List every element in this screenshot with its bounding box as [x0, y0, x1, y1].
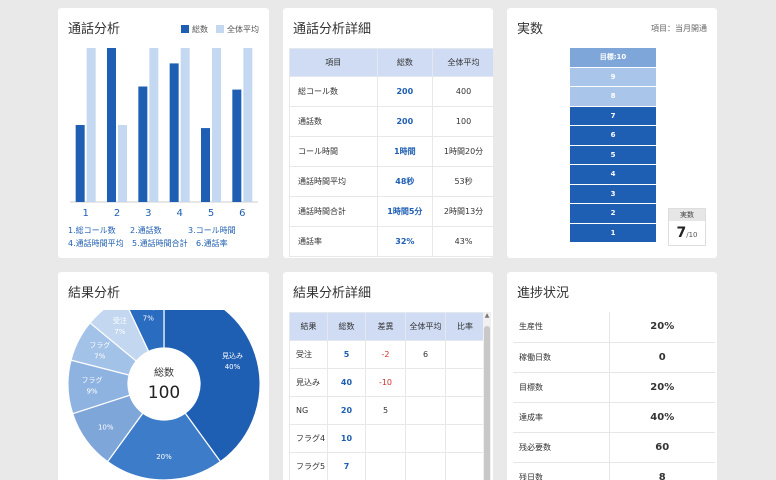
count-box-label: 実数	[669, 209, 705, 221]
bar-total-1	[75, 125, 85, 202]
result-detail-title: 結果分析詳細	[293, 286, 372, 301]
table-row: 生産性 20%	[513, 312, 715, 343]
x-tick-label: 5	[208, 208, 214, 219]
x-tick-label: 6	[239, 208, 245, 219]
stack-segment-6: 6	[570, 126, 656, 145]
slice-label: フラグ	[89, 340, 110, 349]
stack-segment-3: 3	[570, 184, 656, 203]
progress-title: 進捗状況	[517, 286, 570, 301]
col-header-avg: 全体平均	[405, 312, 446, 341]
table-row: 総コール数 200 400	[289, 76, 493, 107]
bar-avg-4	[180, 48, 190, 202]
actual-title: 実数	[517, 22, 544, 37]
table-row: 受注 5 -2 6	[289, 340, 485, 369]
chart-legend: 総数 全体平均	[181, 24, 259, 35]
bar-total-5	[201, 128, 210, 202]
bar-total-3	[138, 86, 148, 202]
table-row: 目標数 20%	[513, 372, 715, 403]
table-row: コール時間 1時間 1時間20分	[289, 136, 493, 167]
bar-avg-1	[86, 48, 96, 202]
table-row: フラグ5 7	[289, 452, 485, 480]
col-header-ratio: 比率	[445, 312, 485, 341]
progress-card: 進捗状況 生産性 20% 稼働日数 0 目標数 20% 達成率 40% 残必要数 60 残…	[507, 272, 717, 480]
table-scrollbar[interactable]: ▲	[483, 312, 491, 480]
bar-total-4	[169, 63, 179, 203]
stack-segment-4: 4	[570, 165, 656, 184]
call-bar-chart: 1 2 3 4 5 6	[70, 48, 258, 219]
stack-segment-7: 7	[570, 106, 656, 125]
result-detail-table: 結果 総数 差異 全体平均 比率 受注 5 -2 6 見込み 40 -10 NG 20 5 フ…	[289, 312, 485, 480]
donut-center-value: 100	[148, 383, 180, 403]
result-analysis-title: 結果分析	[68, 286, 121, 301]
col-header-item: 項目	[289, 48, 378, 77]
slice-label: フラグ	[82, 375, 103, 384]
bar-total-2	[107, 48, 116, 202]
result-detail-card: 結果分析詳細 結果 総数 差異 全体平均 比率 受注 5 -2 6 見込み 40 -10 …	[283, 272, 493, 480]
col-header-total: 総数	[327, 312, 366, 341]
progress-table: 生産性 20% 稼働日数 0 目標数 20% 達成率 40% 残必要数 60 残日数 8	[513, 312, 715, 480]
table-row: 残必要数 60	[513, 432, 715, 463]
table-row: 見込み 40 -10	[289, 368, 485, 397]
table-row: 通話数 200 100	[289, 106, 493, 137]
table-row: 通話時間平均 48秒 53秒	[289, 166, 493, 197]
x-tick-label: 4	[176, 208, 182, 219]
table-row: 残日数 8	[513, 462, 715, 480]
slice-label: 受注	[113, 316, 127, 325]
slice-pct: 7%	[94, 352, 105, 360]
slice-pct: 7%	[143, 315, 154, 323]
col-header-result: 結果	[289, 312, 328, 341]
x-tick-label: 3	[145, 208, 151, 219]
stack-segment-5: 5	[570, 145, 656, 164]
slice-label: フラグ	[138, 310, 159, 312]
call-detail-table: 項目 総数 全体平均 総コール数 200 400 通話数 200 100 コール時間 1時…	[289, 48, 493, 257]
target-segment: 目標:10	[570, 48, 656, 67]
donut-center-label: 総数	[154, 366, 174, 379]
stack-segment-8: 8	[570, 87, 656, 106]
scroll-thumb[interactable]	[484, 326, 490, 480]
legend-item-avg: 全体平均	[216, 24, 259, 35]
actual-count-box: 実数 7/10	[668, 208, 706, 246]
call-analysis-title: 通話分析	[68, 22, 121, 37]
actual-card: 実数 項目：当月開通 目標:10 9 8 7 6 5 4 3 2 1 実数 7/10	[507, 8, 717, 258]
chart-notes: 1.総コール数 2.通話数 3.コール時間 4.通話時間平均 5.通話時間合計 6.通話…	[68, 226, 236, 248]
bar-total-6	[232, 89, 242, 202]
actual-note: 項目：当月開通	[651, 24, 707, 33]
table-row: NG 20 5	[289, 396, 485, 425]
slice-pct: 20%	[156, 453, 172, 461]
bar-avg-5	[212, 48, 221, 202]
result-donut-chart: 見込み 40% 20% 10% フラグ 9% フラグ 7% 受注 7% フラグ 7% 総数 100	[67, 310, 261, 480]
col-header-diff: 差異	[365, 312, 406, 341]
table-row: 通話率 32% 43%	[289, 226, 493, 257]
legend-item-total: 総数	[181, 24, 208, 35]
call-detail-card: 通話分析詳細 項目 総数 全体平均 総コール数 200 400 通話数 200 100 …	[283, 8, 493, 258]
slice-pct: 7%	[114, 328, 125, 336]
table-row: 稼働日数 0	[513, 342, 715, 373]
achievement-stack: 目標:10 9 8 7 6 5 4 3 2 1	[570, 48, 656, 243]
bar-avg-6	[243, 48, 253, 202]
call-detail-title: 通話分析詳細	[293, 22, 372, 37]
slice-pct: 40%	[225, 363, 241, 371]
slice-label: 見込み	[222, 351, 243, 360]
x-tick-label: 2	[114, 208, 120, 219]
col-header-avg: 全体平均	[432, 48, 493, 77]
bar-avg-3	[149, 48, 159, 202]
scroll-up-icon[interactable]: ▲	[483, 312, 491, 319]
table-row: 通話時間合計 1時間5分 2時間13分	[289, 196, 493, 227]
call-analysis-card: 通話分析 総数 全体平均 1 2 3 4 5 6 1.総コール数 2.通話数 3.コール時間 …	[58, 8, 269, 258]
col-header-total: 総数	[376, 48, 434, 77]
stack-segment-2: 2	[570, 204, 656, 223]
x-tick-label: 1	[82, 208, 88, 219]
stack-segment-1: 1	[570, 223, 656, 242]
result-analysis-card: 結果分析 見込み 40% 20% 10% フラグ 9% フラグ 7% 受注 7% フラグ 7% 総数 10…	[58, 272, 269, 480]
count-box-value: 7/10	[676, 225, 698, 241]
table-row: フラグ4 10	[289, 424, 485, 453]
slice-pct: 10%	[98, 423, 114, 431]
slice-pct: 9%	[86, 387, 97, 395]
stack-segment-9: 9	[570, 67, 656, 86]
bar-avg-2	[118, 125, 127, 202]
table-row: 達成率 40%	[513, 402, 715, 433]
